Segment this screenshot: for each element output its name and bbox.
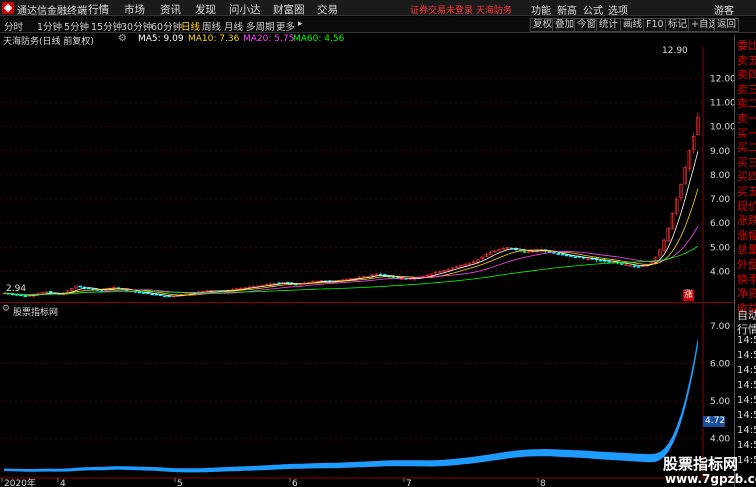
time-tick: 4 xyxy=(60,479,66,487)
trade-time: 14:50 xyxy=(737,425,756,436)
indicator-tick: 7.00 xyxy=(710,322,730,332)
trade-time: 14:50 xyxy=(737,440,756,451)
indicator-chart[interactable]: 7.00 6.00 5.00 4.00 2020年 4 5 6 7 8 xyxy=(0,0,734,487)
sub-grid xyxy=(0,325,703,439)
quote-panel: 委比卖五卖四卖三卖二卖一买一买二买三买四买五现价涨跌涨幅总量外盘换手净资收益自动… xyxy=(734,35,756,487)
quote-label: 卖五 xyxy=(737,53,756,67)
time-tick: 2020年 xyxy=(4,477,36,487)
quote-label: 卖一 xyxy=(737,112,756,125)
indicator-tick: 4.00 xyxy=(710,435,730,445)
quote-label: 外盘 xyxy=(737,258,756,271)
quote-label: 卖三 xyxy=(737,82,756,96)
quote-label: 买一 xyxy=(737,126,756,140)
quote-label: 买五 xyxy=(737,185,756,198)
quote-label: 卖四 xyxy=(737,68,756,82)
watermark-main: 股票指标网 xyxy=(663,455,739,473)
quote-label: 涨跌 xyxy=(737,214,756,228)
time-tick: 5 xyxy=(177,479,183,487)
quote-label: 涨幅 xyxy=(737,228,756,242)
watermark-url: www.7gpzb.com xyxy=(665,472,756,486)
quote-label: 总量 xyxy=(737,243,756,257)
quote-label: 委比 xyxy=(737,39,756,52)
trade-time: 14:50 xyxy=(737,350,756,361)
quote-label: 现价 xyxy=(737,199,756,213)
quote-label: 买四 xyxy=(737,170,756,184)
quote-label: 净资 xyxy=(737,287,756,301)
quote-label: 换手 xyxy=(737,272,756,286)
trade-time: 14:50 xyxy=(737,395,756,406)
trade-time: 14:50 xyxy=(737,410,756,421)
quote-label: 买二 xyxy=(737,141,756,155)
quote-label: 卖二 xyxy=(737,97,756,111)
trade-time: 14:50 xyxy=(737,335,756,346)
trade-time: 14:50 xyxy=(737,365,756,376)
time-tick: 7 xyxy=(406,479,412,487)
watermark: 股票指标网 www.7gpzb.com xyxy=(663,453,756,487)
indicator-tick: 5.00 xyxy=(710,397,730,407)
time-tick: 6 xyxy=(292,479,298,487)
indicator-tick: 6.00 xyxy=(710,360,730,370)
indicator-band xyxy=(4,337,698,473)
quote-label: 买三 xyxy=(737,155,756,169)
trade-time: 14:50 xyxy=(737,380,756,391)
indicator-current-value: 4.72 xyxy=(703,416,726,427)
time-tick: 8 xyxy=(540,479,546,487)
